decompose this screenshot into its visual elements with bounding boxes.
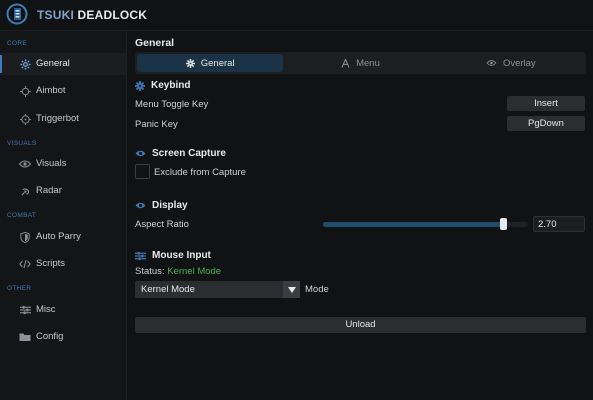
- sidebar-item-label: Radar: [36, 185, 62, 196]
- eye-icon: [486, 60, 497, 66]
- screen-capture-heading: Screen Capture: [135, 148, 226, 159]
- display-title: Display: [152, 200, 188, 211]
- title-bar: TSUKI DEADLOCK: [0, 0, 593, 31]
- sidebar-item-label: Visuals: [36, 158, 67, 169]
- keybind-heading: Keybind: [135, 80, 190, 91]
- sidebar-item-triggerbot[interactable]: Triggerbot: [0, 108, 126, 130]
- page-title: General: [135, 37, 175, 49]
- code-icon: [19, 258, 31, 270]
- brand-part1: TSUKI: [37, 8, 74, 22]
- sidebar-item-general[interactable]: General: [0, 53, 126, 75]
- sidebar-item-label: General: [36, 58, 70, 69]
- menu-toggle-key-button[interactable]: Insert: [507, 96, 585, 111]
- slider-fill: [323, 222, 504, 227]
- menu-toggle-label: Menu Toggle Key: [135, 99, 209, 110]
- eye-icon: [135, 150, 146, 157]
- tab-menu[interactable]: Menu: [287, 54, 433, 72]
- section-visuals: VISUALS: [7, 140, 37, 147]
- slider-thumb[interactable]: [500, 218, 508, 230]
- sidebar-item-misc[interactable]: Misc: [0, 299, 126, 321]
- section-core: CORE: [7, 40, 27, 47]
- screen-capture-title: Screen Capture: [152, 148, 226, 159]
- panic-key-label: Panic Key: [135, 119, 178, 130]
- mode-select-value: Kernel Mode: [141, 284, 195, 295]
- sidebar-item-visuals[interactable]: Visuals: [0, 153, 126, 175]
- shield-icon: [19, 231, 31, 243]
- tab-label: Menu: [356, 57, 380, 69]
- app-title: TSUKI DEADLOCK: [37, 8, 147, 22]
- panic-key-button[interactable]: PgDown: [507, 116, 585, 131]
- mouse-input-heading: Mouse Input: [135, 250, 211, 261]
- logo-icon: [6, 3, 28, 25]
- brand-part2: DEADLOCK: [77, 8, 148, 22]
- tab-label: General: [200, 57, 235, 69]
- sidebar-item-label: Aimbot: [36, 85, 66, 96]
- sidebar-item-label: Config: [36, 331, 64, 342]
- aspect-ratio-input[interactable]: 2.70: [533, 216, 585, 232]
- section-other: OTHER: [7, 285, 32, 292]
- tab-overlay[interactable]: Overlay: [438, 54, 584, 72]
- mode-select-label: Mode: [305, 284, 329, 295]
- exclude-capture-checkbox[interactable]: [135, 164, 150, 179]
- exclude-capture-label: Exclude from Capture: [154, 167, 246, 178]
- sidebar-item-radar[interactable]: Radar: [0, 180, 126, 202]
- chevron-down-icon[interactable]: [283, 281, 300, 298]
- sliders-icon: [19, 304, 31, 316]
- eye-icon: [135, 202, 146, 209]
- mode-select[interactable]: Kernel Mode: [135, 281, 300, 298]
- sidebar-item-aimbot[interactable]: Aimbot: [0, 80, 126, 102]
- status-value: Kernel Mode: [167, 266, 222, 277]
- folder-icon: [19, 331, 31, 343]
- tab-general[interactable]: General: [137, 54, 284, 72]
- eye-icon: [19, 158, 31, 170]
- tab-bar: General Menu Overlay: [135, 52, 586, 74]
- main-panel: General General Menu Overlay Keybind Men…: [127, 31, 593, 400]
- gear-icon: [185, 58, 195, 68]
- sidebar-item-scripts[interactable]: Scripts: [0, 253, 126, 275]
- radar-icon: [19, 185, 31, 197]
- gear-icon: [135, 80, 145, 91]
- tab-label: Overlay: [502, 57, 536, 69]
- mouse-status: Status: Kernel Mode: [135, 266, 221, 277]
- crosshair-icon: [19, 85, 31, 97]
- sidebar-item-label: Scripts: [36, 258, 66, 269]
- font-icon: [341, 58, 350, 68]
- target-icon: [19, 113, 31, 125]
- keybind-title: Keybind: [151, 80, 191, 91]
- mouse-input-title: Mouse Input: [152, 250, 211, 261]
- sidebar-item-label: Auto Parry: [36, 231, 81, 242]
- unload-button[interactable]: Unload: [135, 317, 586, 333]
- sidebar: CORE General Aimbot Triggerbot VISUALS V…: [0, 31, 127, 400]
- status-label: Status:: [135, 266, 165, 277]
- aspect-ratio-slider[interactable]: [323, 218, 528, 230]
- sliders-icon: [135, 251, 146, 260]
- sidebar-item-config[interactable]: Config: [0, 326, 126, 348]
- display-heading: Display: [135, 200, 188, 211]
- sidebar-item-label: Misc: [36, 304, 56, 315]
- sidebar-item-auto-parry[interactable]: Auto Parry: [0, 226, 126, 248]
- aspect-ratio-label: Aspect Ratio: [135, 219, 189, 230]
- sidebar-item-label: Triggerbot: [36, 113, 79, 124]
- gear-icon: [19, 58, 31, 70]
- section-combat: COMBAT: [7, 212, 37, 219]
